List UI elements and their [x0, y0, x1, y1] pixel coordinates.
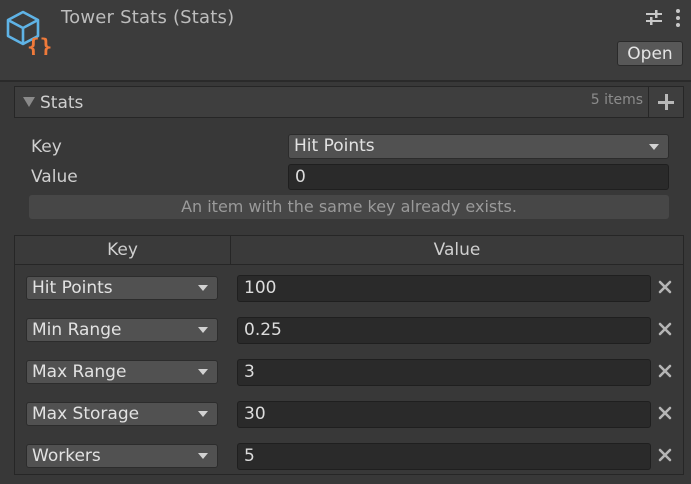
row-key-value: Max Storage: [32, 404, 140, 424]
new-key-dropdown[interactable]: Hit Points: [288, 134, 669, 159]
column-header-value: Value: [433, 240, 481, 260]
table-row: Max Range 3: [15, 350, 683, 392]
duplicate-key-warning: An item with the same key already exists…: [29, 195, 669, 219]
header-divider: [0, 80, 691, 82]
remove-row-icon[interactable]: [658, 322, 672, 336]
row-key-dropdown[interactable]: Max Range: [26, 360, 218, 384]
new-key-label: Key: [31, 137, 62, 157]
remove-row-icon[interactable]: [658, 280, 672, 294]
new-value-field[interactable]: 0: [288, 164, 669, 190]
chevron-down-icon: [198, 369, 208, 375]
remove-row-icon[interactable]: [658, 364, 672, 378]
column-header-key: Key: [107, 240, 138, 260]
table-header: Key Value: [15, 236, 683, 265]
row-key-dropdown[interactable]: Min Range: [26, 318, 218, 342]
row-value-field[interactable]: 5: [237, 443, 651, 470]
remove-row-icon[interactable]: [658, 448, 672, 462]
row-value-field[interactable]: 0.25: [237, 317, 651, 344]
chevron-down-icon: [198, 453, 208, 459]
row-value-field[interactable]: 3: [237, 359, 651, 386]
table-row: Hit Points 100: [15, 266, 683, 308]
table-row: Max Storage 30: [15, 392, 683, 434]
table-row: Min Range 0.25: [15, 308, 683, 350]
chevron-down-icon: [649, 143, 659, 150]
new-value-label: Value: [31, 167, 78, 187]
foldout-arrow-icon[interactable]: [23, 97, 35, 107]
row-key-dropdown[interactable]: Workers: [26, 444, 218, 468]
more-vertical-icon[interactable]: [673, 8, 683, 28]
row-value-field[interactable]: 30: [237, 401, 651, 428]
new-key-value: Hit Points: [294, 136, 375, 156]
row-key-value: Workers: [32, 446, 101, 466]
row-key-value: Max Range: [32, 362, 127, 382]
row-key-dropdown[interactable]: Hit Points: [26, 276, 218, 300]
asset-cube-icon: {}: [6, 10, 51, 55]
foldout-title: Stats: [40, 93, 84, 113]
table-row: Workers 5: [15, 434, 683, 476]
remove-row-icon[interactable]: [658, 406, 672, 420]
svg-text:{}: {}: [27, 35, 51, 55]
chevron-down-icon: [198, 285, 208, 291]
row-key-value: Hit Points: [32, 278, 113, 298]
settings-sliders-icon[interactable]: [645, 9, 663, 27]
chevron-down-icon: [198, 411, 208, 417]
item-count: 5 items: [590, 92, 643, 108]
stats-table: Key Value Hit Points 100 Min Range 0.25 …: [14, 235, 684, 475]
asset-title: Tower Stats (Stats): [61, 7, 235, 28]
row-key-dropdown[interactable]: Max Storage: [26, 402, 218, 426]
row-key-value: Min Range: [32, 320, 122, 340]
row-value-field[interactable]: 100: [237, 275, 651, 302]
open-button[interactable]: Open: [617, 41, 683, 66]
inspector-header: {} Tower Stats (Stats) Open: [0, 0, 691, 81]
chevron-down-icon: [198, 327, 208, 333]
add-item-icon[interactable]: [648, 87, 683, 117]
stats-foldout[interactable]: Stats 5 items: [14, 86, 684, 118]
